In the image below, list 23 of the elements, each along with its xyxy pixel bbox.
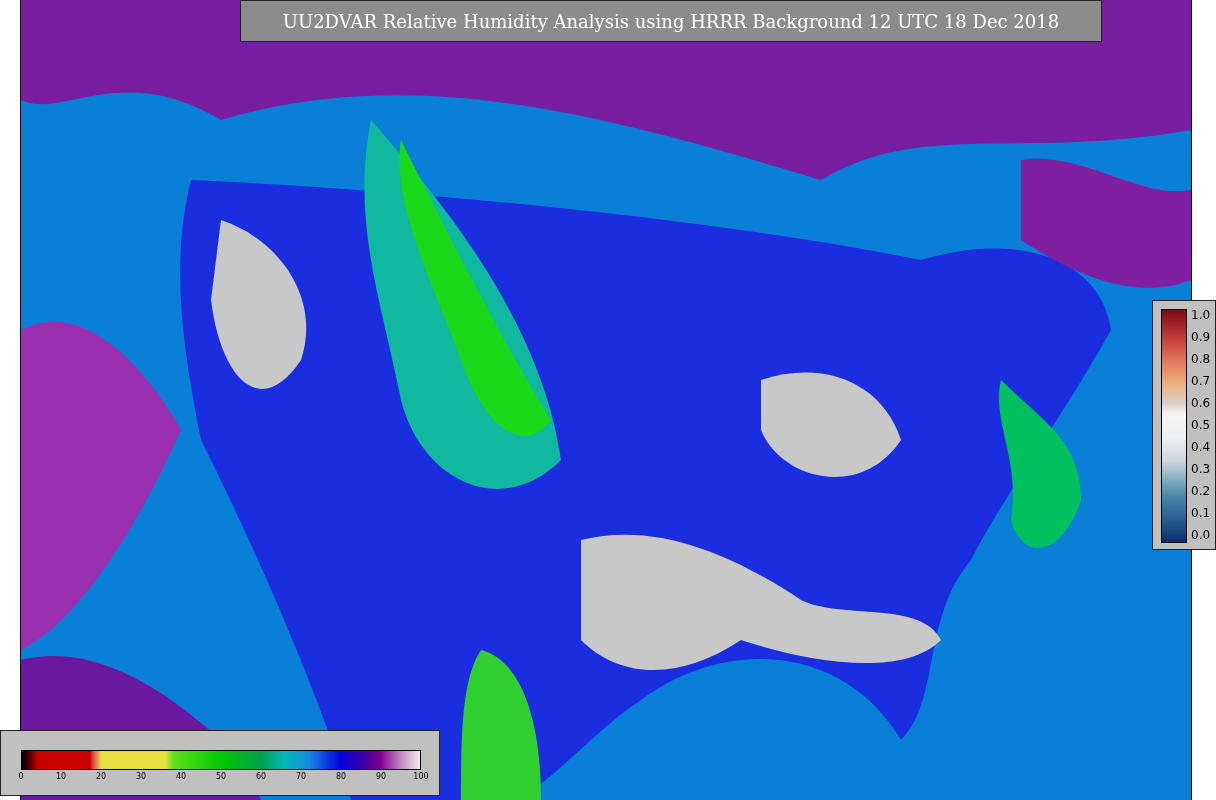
tick-label: 80 [335,772,347,781]
tick-label: 0 [18,772,24,781]
tick-label: 30 [135,772,147,781]
tick-label: 90 [375,772,387,781]
tick-label: 0.5 [1191,419,1211,431]
tick-label: 0.0 [1191,529,1211,541]
tick-label: 50 [215,772,227,781]
tick-label: 0.2 [1191,485,1211,497]
tick-label: 40 [175,772,187,781]
tick-label: 1.0 [1191,309,1211,321]
tick-label: 0.7 [1191,375,1211,387]
tick-label: 20 [95,772,107,781]
tick-label: 0.6 [1191,397,1211,409]
tick-label: 0.3 [1191,463,1211,475]
tick-label: 60 [255,772,267,781]
tick-label: 100 [413,772,429,781]
tick-label: 0.9 [1191,331,1211,343]
map-title: UU2DVAR Relative Humidity Analysis using HRRR Background 12 UTC 18 Dec 2018 [240,0,1102,42]
tick-label: 0.4 [1191,441,1211,453]
tick-label: 0.8 [1191,353,1211,365]
tick-label: 0.1 [1191,507,1211,519]
tick-label: 10 [55,772,67,781]
tick-label: 70 [295,772,307,781]
